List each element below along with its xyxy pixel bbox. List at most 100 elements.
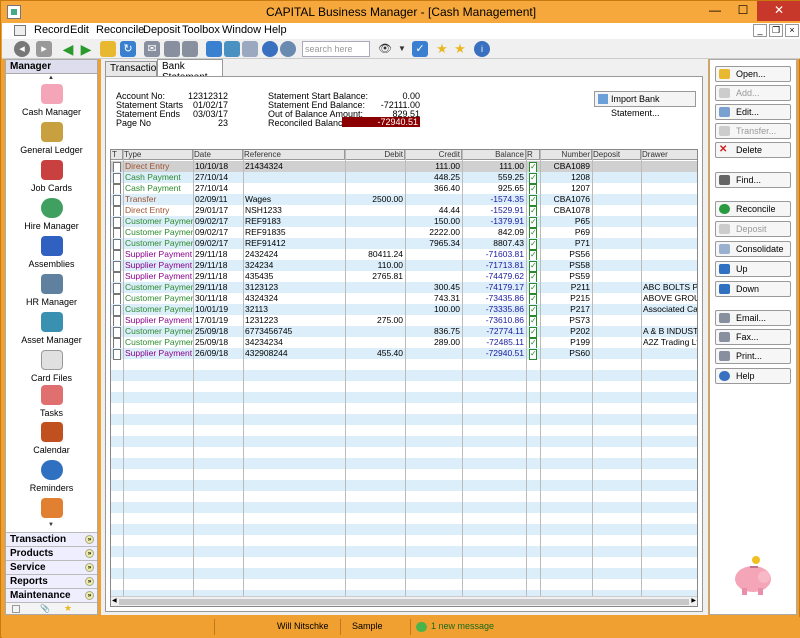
open-button[interactable]: Open... (715, 66, 791, 82)
previous-icon[interactable]: ◀ (60, 41, 76, 57)
maximize-button[interactable]: ☐ (729, 1, 757, 21)
tab-transactions[interactable]: Transactions (105, 61, 167, 76)
table-row[interactable]: Customer Payment 25/09/18 6773456745 836.75… (111, 326, 697, 338)
scroll-right-icon[interactable]: ▶ (691, 597, 696, 604)
mdi-close-button[interactable]: × (785, 24, 799, 37)
section-service[interactable]: Service» (6, 560, 97, 574)
dropdown-icon[interactable]: ▼ (394, 41, 410, 57)
nav-reminders[interactable]: Reminders (6, 460, 97, 498)
col-drawer[interactable]: Drawer (641, 150, 697, 160)
table-row[interactable]: Supplier Payment 29/11/18 2432424 80411.24 -… (111, 249, 697, 261)
table-row[interactable]: Transfer 02/09/11 Wages 2500.00 -1574.35 CBA1… (111, 194, 697, 206)
checklist-icon[interactable]: ✓ (412, 41, 428, 57)
message-icon[interactable] (416, 622, 427, 632)
table-row[interactable]: Supplier Payment 26/09/18 432908244 455.40 -… (111, 348, 697, 360)
table-row[interactable]: Cash Payment 27/10/14 448.25 559.25 1208 ✓ (111, 172, 697, 184)
table-row[interactable]: Customer Payment 09/02/17 REF91412 7965.34 8… (111, 238, 697, 250)
refresh-icon[interactable]: ↻ (120, 41, 136, 57)
transfer-button[interactable]: Transfer... (715, 123, 791, 139)
import-bank-statement-button[interactable]: Import Bank Statement... (594, 91, 696, 118)
up-button[interactable]: Up (715, 261, 791, 277)
clock-icon[interactable] (280, 41, 296, 57)
fax-icon[interactable] (164, 41, 180, 57)
nav-calendar[interactable]: Calendar (6, 422, 97, 460)
help-button[interactable]: Help (715, 368, 791, 384)
info-icon[interactable]: i (474, 41, 490, 57)
close-button[interactable]: ✕ (757, 1, 800, 21)
next-icon[interactable]: ▶ (78, 41, 94, 57)
nav-asset-manager[interactable]: Asset Manager (6, 312, 97, 350)
consolidate-button[interactable]: Consolidate (715, 241, 791, 257)
list-view-icon[interactable] (12, 605, 20, 613)
down-button[interactable]: Down (715, 281, 791, 297)
email-button[interactable]: Email... (715, 310, 791, 326)
table-row[interactable]: Customer Payment 29/11/18 3123123 300.45 -74… (111, 282, 697, 294)
back-icon[interactable]: ◂ (14, 41, 30, 57)
nav-assemblies[interactable]: Assemblies (6, 236, 97, 274)
col-r[interactable]: R (526, 150, 540, 160)
nav-tasks[interactable]: Tasks (6, 385, 97, 423)
section-products[interactable]: Products» (6, 546, 97, 560)
status-message[interactable]: 1 new message (431, 621, 494, 631)
favorites-icon[interactable]: ★ (452, 41, 468, 57)
mdi-minimize-button[interactable]: _ (753, 24, 767, 37)
col-type[interactable]: Type (123, 150, 193, 160)
fax-button[interactable]: Fax... (715, 329, 791, 345)
section-reports[interactable]: Reports» (6, 574, 97, 588)
scroll-left-icon[interactable]: ◀ (112, 597, 117, 604)
binoculars-icon[interactable]: 👁 (377, 41, 393, 57)
nav-card-files[interactable]: Card Files (6, 350, 97, 388)
col-reference[interactable]: Reference (243, 150, 345, 160)
mail-icon[interactable]: ✉ (144, 41, 160, 57)
nav-general-ledger[interactable]: General Ledger (6, 122, 97, 160)
menu-record[interactable]: Record (34, 24, 69, 36)
favorites-tab-icon[interactable]: ★ (64, 603, 72, 614)
table-row[interactable]: Direct Entry 29/01/17 NSH1233 44.44 -1529.91… (111, 205, 697, 217)
col-number[interactable]: Number (540, 150, 592, 160)
scrollbar-thumb[interactable] (119, 599, 689, 605)
nav-more[interactable] (6, 498, 97, 518)
col-balance[interactable]: Balance (462, 150, 526, 160)
col-date[interactable]: Date (193, 150, 243, 160)
table-row[interactable]: Customer Payment 30/11/18 4324324 743.31 -73… (111, 293, 697, 305)
menu-window[interactable]: Window (222, 24, 261, 36)
menu-help[interactable]: Help (264, 24, 287, 36)
menu-edit[interactable]: Edit (70, 24, 89, 36)
table-row[interactable]: Supplier Payment 17/01/19 1231223 275.00 -73… (111, 315, 697, 327)
col-credit[interactable]: Credit (405, 150, 462, 160)
table-row[interactable]: Supplier Payment 29/11/18 324234 110.00 -717… (111, 260, 697, 272)
section-maintenance[interactable]: Maintenance» (6, 588, 97, 602)
menu-reconcile[interactable]: Reconcile (96, 24, 144, 36)
nav-job-cards[interactable]: Job Cards (6, 160, 97, 198)
section-transaction[interactable]: Transaction» (6, 532, 97, 546)
col-t[interactable]: T (111, 150, 123, 160)
menu-deposit[interactable]: Deposit (143, 24, 180, 36)
table-row[interactable]: Direct Entry 10/10/18 21434324 111.00 111.00… (111, 161, 697, 173)
printer-icon[interactable] (182, 41, 198, 57)
attach-icon[interactable]: 📎 (40, 604, 50, 613)
find-button[interactable]: Find... (715, 172, 791, 188)
col-deposit[interactable]: Deposit (592, 150, 641, 160)
horizontal-scrollbar[interactable]: ◀ ▶ (111, 596, 697, 606)
calendar-icon[interactable] (206, 41, 222, 57)
chat-icon[interactable] (242, 41, 258, 57)
col-debit[interactable]: Debit (345, 150, 405, 160)
mdi-restore-button[interactable]: ❐ (769, 24, 783, 37)
doc-icon[interactable] (14, 25, 26, 36)
edit-button[interactable]: Edit... (715, 104, 791, 120)
statement-grid[interactable]: T Type Date Reference Debit Credit Balan… (110, 149, 698, 607)
folder-icon[interactable] (100, 41, 116, 57)
minimize-button[interactable]: — (701, 1, 729, 21)
print-button[interactable]: Print... (715, 348, 791, 364)
table-row[interactable]: Customer Payment 10/01/19 32113 100.00 -7333… (111, 304, 697, 316)
nav-hire-manager[interactable]: Hire Manager (6, 198, 97, 236)
table-row[interactable]: Customer Payment 09/02/17 REF9183 150.00 -13… (111, 216, 697, 228)
tab-bank-statement[interactable]: Bank Statement (157, 59, 223, 83)
scroll-down-icon[interactable]: ▼ (48, 522, 54, 528)
nav-hr-manager[interactable]: HR Manager (6, 274, 97, 312)
globe-icon[interactable] (262, 41, 278, 57)
table-row[interactable]: Customer Payment 09/02/17 REF91835 2222.00 8… (111, 227, 697, 239)
search-input[interactable]: search here (302, 41, 370, 57)
table-row[interactable]: Customer Payment 25/09/18 34234234 289.00 -7… (111, 337, 697, 349)
reconcile-button[interactable]: Reconcile (715, 201, 791, 217)
